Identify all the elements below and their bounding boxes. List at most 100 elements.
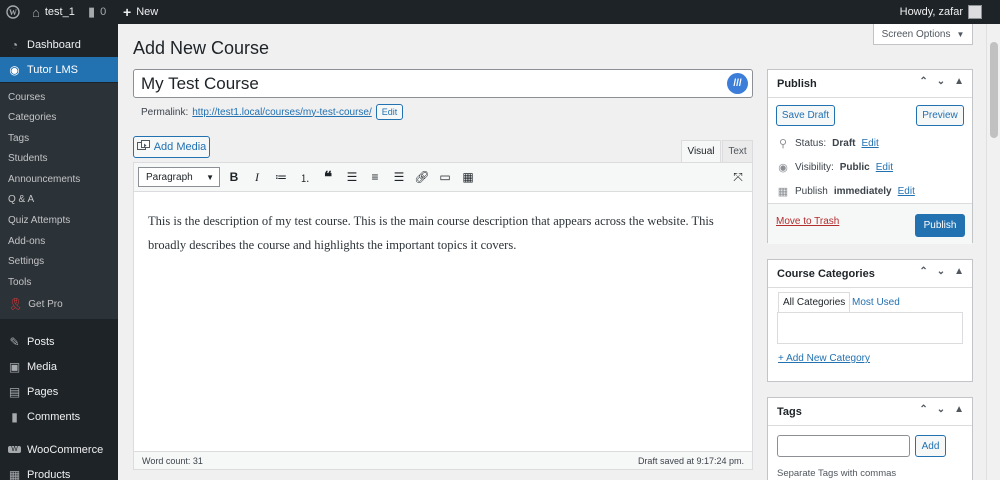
submenu-tools[interactable]: Tools xyxy=(8,277,31,288)
sidebar-item-dashboard[interactable]: ◔ Dashboard xyxy=(0,32,118,57)
align-right-icon[interactable]: ☰ xyxy=(390,168,408,186)
submenu-tags[interactable]: Tags xyxy=(8,133,29,144)
tutor-lms-icon: ◉ xyxy=(9,62,20,77)
toolbar-toggle-icon[interactable]: ▦ xyxy=(459,168,477,186)
publish-button[interactable]: Publish xyxy=(915,214,965,237)
dashboard-icon: ◔ xyxy=(10,37,19,52)
editor-body[interactable]: This is the description of my test cours… xyxy=(148,209,742,257)
page-title: Add New Course xyxy=(133,38,270,58)
submenu-announcements[interactable]: Announcements xyxy=(8,174,80,185)
scrollbar-thumb[interactable] xyxy=(990,42,998,138)
tags-box: Tags ⌃ ⌄ ▲ Add Separate Tags with commas xyxy=(767,397,973,480)
sidebar-item-products[interactable]: ▦ Products xyxy=(0,462,118,480)
products-icon: ▦ xyxy=(8,467,21,480)
chevron-up-icon[interactable]: ⌃ xyxy=(919,404,927,415)
grammar-checker-icon[interactable]: /// xyxy=(727,73,748,94)
edit-permalink-button[interactable]: Edit xyxy=(375,104,404,120)
submenu-qa[interactable]: Q & A xyxy=(8,194,34,205)
new-content-link[interactable]: + New xyxy=(123,0,158,24)
draft-saved-status: Draft saved at 9:17:24 pm. xyxy=(637,456,744,466)
align-center-icon[interactable]: ≡ xyxy=(366,168,384,186)
submenu-students[interactable]: Students xyxy=(8,153,47,164)
comment-icon: ▮ xyxy=(88,4,96,19)
bold-icon[interactable]: B xyxy=(225,168,243,186)
tab-all-categories[interactable]: All Categories xyxy=(778,292,851,312)
move-to-trash-link[interactable]: Move to Trash xyxy=(776,216,839,227)
submenu-get-pro[interactable]: 🎗 Get Pro xyxy=(8,297,63,311)
bullet-list-icon[interactable]: ≔ xyxy=(272,168,290,186)
tab-most-used[interactable]: Most Used xyxy=(848,292,904,312)
account-menu[interactable]: Howdy, zafar xyxy=(900,0,982,24)
sidebar-item-woocommerce[interactable]: W WooCommerce xyxy=(0,437,118,462)
collapse-icon[interactable]: ▲ xyxy=(954,404,964,415)
sidebar-item-media[interactable]: ▣ Media xyxy=(0,354,118,379)
chevron-up-icon[interactable]: ⌃ xyxy=(919,266,927,277)
add-media-button[interactable]: Add Media xyxy=(133,136,210,158)
ribbon-icon: 🎗 xyxy=(8,297,24,311)
home-icon: ⌂ xyxy=(32,4,40,20)
submenu-quiz-attempts[interactable]: Quiz Attempts xyxy=(8,215,70,226)
preview-button[interactable]: Preview xyxy=(916,105,964,126)
screen-options-button[interactable]: Screen Options ▼ xyxy=(873,24,973,45)
format-select[interactable]: Paragraph ▼ xyxy=(138,167,220,187)
submenu-categories[interactable]: Categories xyxy=(8,112,56,123)
page-scrollbar[interactable] xyxy=(986,24,1000,480)
tab-text[interactable]: Text xyxy=(722,140,753,162)
submenu-courses[interactable]: Courses xyxy=(8,92,45,103)
editor-toolbar: Paragraph ▼ B I ≔ ⒈ ❝ ☰ ≡ ☰ 🔗︎ ▭ ▦ ⤧ xyxy=(134,163,752,192)
tag-input[interactable] xyxy=(777,435,910,457)
word-count: Word count: 31 xyxy=(142,456,203,466)
pin-icon: ⚲ xyxy=(778,138,788,150)
save-draft-button[interactable]: Save Draft xyxy=(776,105,835,126)
add-new-category-link[interactable]: + Add New Category xyxy=(778,353,870,364)
sidebar-item-pages[interactable]: ▤ Pages xyxy=(0,379,118,404)
blockquote-icon[interactable]: ❝ xyxy=(319,168,337,186)
course-categories-box: Course Categories ⌃ ⌄ ▲ All Categories M… xyxy=(767,259,973,382)
submenu-settings[interactable]: Settings xyxy=(8,256,44,267)
tags-hint: Separate Tags with commas xyxy=(777,468,897,479)
italic-icon[interactable]: I xyxy=(248,168,266,186)
edit-status-link[interactable]: Edit xyxy=(861,138,878,149)
fullscreen-icon[interactable]: ⤧ xyxy=(729,168,747,186)
admin-sidebar: ◔ Dashboard ◉ Tutor LMS Courses Categori… xyxy=(0,24,118,480)
sidebar-item-posts[interactable]: ✎ Posts xyxy=(0,329,118,354)
eye-icon: ◉ xyxy=(778,162,788,174)
sidebar-item-comments[interactable]: ▮ Comments xyxy=(0,404,118,429)
post-title-field: /// xyxy=(133,69,753,98)
edit-publish-date-link[interactable]: Edit xyxy=(898,186,915,197)
collapse-icon[interactable]: ▲ xyxy=(954,266,964,277)
chevron-down-icon[interactable]: ⌄ xyxy=(937,76,945,87)
post-title-input[interactable] xyxy=(134,70,724,97)
collapse-icon[interactable]: ▲ xyxy=(954,76,964,87)
publish-box-header: Publish ⌃ ⌄ ▲ xyxy=(768,70,972,98)
caret-down-icon: ▼ xyxy=(956,29,965,39)
insert-link-icon[interactable]: 🔗︎ xyxy=(413,168,431,186)
edit-visibility-link[interactable]: Edit xyxy=(876,162,893,173)
publish-box: Publish ⌃ ⌄ ▲ Save Draft Preview ⚲ Statu… xyxy=(767,69,973,244)
read-more-icon[interactable]: ▭ xyxy=(436,168,454,186)
align-left-icon[interactable]: ☰ xyxy=(343,168,361,186)
site-name-link[interactable]: ⌂ test_1 xyxy=(32,0,75,24)
chevron-down-icon[interactable]: ⌄ xyxy=(937,266,945,277)
categories-box-header: Course Categories ⌃ ⌄ ▲ xyxy=(768,260,972,288)
media-icon xyxy=(136,139,150,155)
pin-icon: ✎ xyxy=(9,334,20,349)
permalink-row: Permalink: http://test1.local/courses/my… xyxy=(141,104,404,120)
submenu-add-ons[interactable]: Add-ons xyxy=(8,236,45,247)
visibility-row: ◉ Visibility: Public Edit xyxy=(778,162,893,174)
add-tag-button[interactable]: Add xyxy=(915,435,946,457)
comments-link[interactable]: ▮ 0 xyxy=(88,0,106,24)
chevron-down-icon[interactable]: ⌄ xyxy=(937,404,945,415)
sidebar-item-tutor-lms[interactable]: ◉ Tutor LMS xyxy=(0,57,118,82)
page-icon: ▤ xyxy=(8,384,21,399)
comment-icon: ▮ xyxy=(11,409,18,424)
woocommerce-icon: W xyxy=(8,446,21,453)
wordpress-logo-icon[interactable]: W xyxy=(6,0,20,24)
permalink-link[interactable]: http://test1.local/courses/my-test-cours… xyxy=(192,107,372,118)
chevron-up-icon[interactable]: ⌃ xyxy=(919,76,927,87)
editor-statusbar: Word count: 31 Draft saved at 9:17:24 pm… xyxy=(134,451,752,469)
numbered-list-icon[interactable]: ⒈ xyxy=(296,168,314,186)
content-editor: Paragraph ▼ B I ≔ ⒈ ❝ ☰ ≡ ☰ 🔗︎ ▭ ▦ ⤧ Thi… xyxy=(133,162,753,470)
plus-icon: + xyxy=(123,4,132,20)
tab-visual[interactable]: Visual xyxy=(681,140,721,162)
